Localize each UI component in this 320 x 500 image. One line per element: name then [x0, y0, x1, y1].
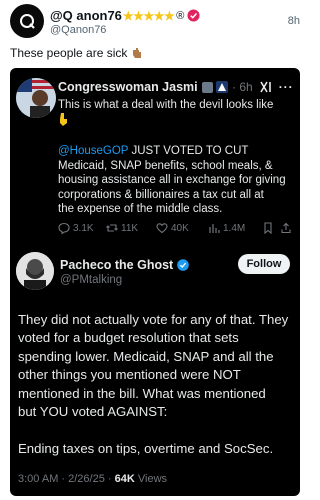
q-logo-icon [20, 14, 35, 29]
us-flag-avatar-icon[interactable] [16, 78, 56, 118]
quoted-body-first-rest: JUST VOTED TO CUT [128, 145, 249, 157]
reply-text-line: They did not actually vote for any of th… [18, 312, 289, 327]
repost-metric[interactable]: 11K [106, 222, 138, 234]
reply-author-name[interactable]: Pacheco the Ghost [60, 258, 173, 272]
quoted-body: @HouseGOP JUST VOTED TO CUT Medicaid, SN… [58, 144, 294, 217]
pointing-down-emoji-icon [58, 112, 294, 131]
quoted-metrics: 3.1K 11K 40K 1.4M [58, 222, 294, 236]
quoted-body-line: Medicaid, SNAP benefits, school meals, & [58, 159, 273, 172]
like-metric[interactable]: 40K [156, 222, 189, 234]
post-text: These people are sick [10, 46, 143, 60]
reply-views-label: Views [134, 473, 168, 485]
reply-text-last-line: Ending taxes on tips, overtime and SocSe… [18, 440, 274, 456]
author-handle[interactable]: @Qanon76 [50, 24, 106, 36]
reply-text-line: but YOU voted AGAINST: [18, 404, 168, 420]
quoted-body-line: the expense of the middle class. [58, 203, 223, 215]
author-stars: ★★★★★ [122, 8, 175, 23]
quoted-body-line: corporations & billionaires a tax cut al… [58, 188, 264, 201]
more-icon[interactable]: ··· [279, 80, 294, 94]
post-text-content: These people are sick [10, 46, 128, 60]
reply-text: They did not actually vote for any of th… [18, 311, 294, 458]
follow-button[interactable]: Follow [238, 254, 290, 274]
reply-count: 3.1K [73, 222, 94, 234]
share-icon [281, 222, 291, 234]
quoted-intro-line: This is what a deal with the devil looks… [58, 99, 274, 111]
reply-avatar[interactable] [16, 252, 54, 290]
mention-link[interactable]: @HouseGOP [58, 145, 128, 157]
pointing-hand-emoji-icon [133, 48, 142, 58]
bookmark-icon [264, 222, 272, 234]
avatar[interactable] [10, 4, 44, 38]
repost-icon [106, 224, 118, 232]
post-header: @Q anon76 ★★★★★ ® @Qanon76 8h [0, 0, 310, 44]
repost-count: 11K [121, 222, 139, 234]
reply-text-line: voted for a budget resolution that sets [18, 330, 239, 346]
views-metric[interactable]: 1.4M [208, 222, 245, 234]
bookmark-button[interactable] [262, 222, 277, 234]
reply-timestamp[interactable]: 3:00 AM · 2/26/25 · [18, 473, 115, 485]
quoted-time[interactable]: · 6h [232, 80, 253, 94]
reply-icon [58, 222, 70, 234]
reply-metric[interactable]: 3.1K [58, 222, 94, 234]
quoted-body-line: housing assistance all in exchange for g… [58, 174, 286, 186]
share-button[interactable] [280, 222, 295, 234]
views-count: 1.4M [223, 222, 246, 234]
quoted-name-line: Congresswoman Jasmin... · 6h ··· [58, 80, 294, 94]
verified-pink-badge-icon [187, 9, 200, 22]
author-name[interactable]: @Q anon76 [50, 8, 122, 23]
views-icon [209, 224, 220, 233]
like-count: 40K [171, 222, 189, 234]
reply-text-line: spending lower. Medicaid, SNAP and all t… [18, 348, 274, 364]
reply-text-gap [18, 421, 294, 439]
author-reg-mark: ® [176, 9, 185, 22]
government-badge-icon [202, 81, 213, 93]
reply-footer: 3:00 AM · 2/26/25 · 64K Views [18, 473, 167, 485]
embedded-screenshot[interactable]: Congresswoman Jasmin... · 6h ··· This is… [10, 68, 300, 496]
like-icon [156, 223, 168, 234]
quoted-body-line: @HouseGOP JUST VOTED TO CUT [58, 144, 294, 159]
quoted-name[interactable]: Congresswoman Jasmin... [58, 80, 198, 94]
reply-text-line: other things you mentioned were NOT [18, 367, 241, 383]
quoted-intro: This is what a deal with the devil looks… [58, 98, 294, 130]
blue-check-icon [177, 259, 190, 271]
reply-name-line: Pacheco the Ghost [60, 258, 190, 272]
reply-handle[interactable]: @PMtalking [60, 274, 122, 286]
author-name-line[interactable]: @Q anon76 ★★★★★ ® [50, 8, 200, 23]
post-time[interactable]: 8h [288, 15, 300, 27]
reply-views-count: 64K [114, 473, 135, 485]
grok-icon[interactable] [259, 81, 273, 93]
reply-text-line: mentioned in the bill. What was mentione… [18, 385, 266, 401]
triangle-affiliation-icon [216, 81, 228, 93]
